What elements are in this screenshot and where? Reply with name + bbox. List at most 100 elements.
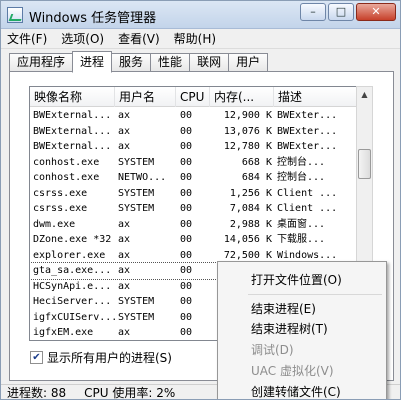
cell-memory: 14,056 K	[223, 234, 272, 245]
ctx-end-process-tree[interactable]: 结束进程树(T)	[218, 319, 386, 339]
cell-user-name: ax	[118, 249, 131, 261]
cell-cpu: 00	[180, 327, 193, 338]
cell-image-name: dwm.exe	[33, 218, 76, 230]
cell-user-name: ax	[118, 218, 131, 230]
menu-view[interactable]: 查看(V)	[118, 30, 160, 47]
cell-image-name: csrss.exe	[33, 203, 88, 214]
cell-memory: 2,988 K	[229, 218, 272, 230]
cell-cpu: 00	[180, 311, 193, 323]
task-manager-icon	[7, 7, 23, 23]
cell-image-name: DZone.exe *32	[33, 234, 112, 245]
table-row[interactable]: BWExternal... ax 00 13,076 K BWExter...	[30, 124, 369, 140]
menu-options[interactable]: 选项(O)	[61, 30, 104, 47]
column-user-name[interactable]: 用户名	[115, 87, 176, 107]
column-cpu[interactable]: CPU	[176, 87, 210, 107]
cell-memory: 13,076 K	[223, 125, 272, 137]
cell-cpu: 00	[180, 141, 193, 152]
cell-cpu: 00	[180, 187, 193, 199]
cell-memory: 668 K	[241, 156, 272, 168]
cell-cpu: 00	[180, 110, 193, 121]
menu-file[interactable]: 文件(F)	[7, 30, 47, 47]
scroll-up-arrow-icon[interactable]: ▲	[357, 87, 372, 103]
cell-image-name: igfxEM.exe	[33, 327, 94, 338]
ctx-create-dump-file[interactable]: 创建转储文件(C)	[218, 382, 386, 399]
cell-image-name: conhost.exe	[33, 172, 100, 183]
cell-memory: 7,084 K	[229, 203, 272, 214]
maximize-button[interactable]: □	[328, 3, 354, 21]
cell-user-name: ax	[118, 141, 131, 152]
table-row[interactable]: csrss.exe SYSTEM 00 7,084 K Client ...	[30, 201, 369, 217]
cell-user-name: ax	[118, 327, 131, 338]
ctx-separator	[248, 294, 382, 295]
task-manager-window: Windows 任务管理器 – □ ✕ 文件(F) 选项(O) 查看(V) 帮助…	[0, 0, 401, 400]
cell-image-name: HCSynApi.e...	[33, 280, 112, 292]
cell-user-name: SYSTEM	[118, 156, 155, 168]
tab-networking[interactable]: 联网	[189, 53, 230, 72]
show-all-processes-checkbox[interactable]: ✔	[30, 351, 43, 364]
show-all-processes-label: 显示所有用户的进程(S)	[47, 351, 172, 365]
context-menu: 打开文件位置(O) 结束进程(E) 结束进程树(T) 调试(D) UAC 虚拟化…	[217, 261, 387, 399]
ctx-uac-virtualization: UAC 虚拟化(V)	[251, 364, 334, 378]
close-button[interactable]: ✕	[356, 3, 396, 21]
cell-user-name: SYSTEM	[118, 296, 155, 307]
cell-cpu: 00	[180, 218, 193, 230]
ctx-debug: 调试(D)	[251, 343, 294, 357]
cell-memory: 12,780 K	[223, 141, 272, 152]
cell-user-name: SYSTEM	[118, 311, 155, 323]
table-row[interactable]: BWExternal... ax 00 12,780 K BWExter...	[30, 139, 369, 155]
process-count: 进程数: 88	[7, 386, 67, 400]
window-title: Windows 任务管理器	[29, 11, 157, 26]
column-header-row: 映像名称 用户名 CPU 内存(... 描述	[30, 87, 369, 107]
title-bar[interactable]: Windows 任务管理器 – □ ✕	[1, 1, 400, 29]
cell-user-name: ax	[118, 110, 131, 121]
cell-cpu: 00	[180, 203, 193, 214]
table-row[interactable]: DZone.exe *32 ax 00 14,056 K 下载服...	[30, 232, 369, 248]
minimize-button[interactable]: –	[300, 3, 326, 21]
cell-image-name: HeciServer...	[33, 296, 112, 307]
cell-user-name: NETWO...	[118, 172, 167, 183]
cell-image-name: BWExternal...	[33, 125, 112, 137]
cell-user-name: SYSTEM	[118, 203, 155, 214]
cell-cpu: 00	[180, 265, 193, 276]
cell-image-name: gta_sa.exe...	[33, 265, 112, 276]
table-row[interactable]: csrss.exe SYSTEM 00 1,256 K Client ...	[30, 186, 369, 202]
ctx-open-file-location[interactable]: 打开文件位置(O)	[218, 270, 386, 290]
cell-image-name: explorer.exe	[33, 249, 106, 261]
tab-applications[interactable]: 应用程序	[9, 53, 74, 72]
column-memory[interactable]: 内存(...	[210, 87, 274, 107]
cell-memory: 12,900 K	[223, 110, 272, 121]
menu-bar: 文件(F) 选项(O) 查看(V) 帮助(H)	[1, 29, 400, 49]
cell-cpu: 00	[180, 296, 193, 307]
table-row[interactable]: dwm.exe ax 00 2,988 K 桌面窗...	[30, 217, 369, 233]
tab-services[interactable]: 服务	[111, 53, 152, 72]
cpu-usage: CPU 使用率: 2%	[84, 386, 176, 400]
cell-user-name: ax	[118, 234, 131, 245]
cell-cpu: 00	[180, 249, 193, 261]
cell-image-name: BWExternal...	[33, 110, 112, 121]
column-image-name[interactable]: 映像名称	[30, 87, 115, 107]
table-row[interactable]: conhost.exe SYSTEM 00 668 K 控制台...	[30, 155, 369, 171]
cell-memory: 1,256 K	[229, 187, 272, 199]
tab-processes[interactable]: 进程	[72, 51, 113, 73]
cell-cpu: 00	[180, 234, 193, 245]
cell-cpu: 00	[180, 280, 193, 292]
cell-image-name: csrss.exe	[33, 187, 88, 199]
cell-image-name: BWExternal...	[33, 141, 112, 152]
ctx-end-process[interactable]: 结束进程(E)	[218, 299, 386, 319]
cell-image-name: igfxCUIServ...	[33, 311, 115, 323]
cell-user-name: ax	[118, 265, 131, 276]
table-row[interactable]: conhost.exe NETWO... 00 684 K 控制台...	[30, 170, 369, 186]
cell-image-name: conhost.exe	[33, 156, 100, 168]
cell-user-name: SYSTEM	[118, 187, 155, 199]
tab-performance[interactable]: 性能	[150, 53, 191, 72]
cell-user-name: ax	[118, 280, 131, 292]
show-all-processes-option[interactable]: ✔ 显示所有用户的进程(S)	[30, 349, 172, 366]
tab-users[interactable]: 用户	[228, 53, 269, 72]
cell-cpu: 00	[180, 156, 193, 168]
cell-memory: 684 K	[241, 172, 272, 183]
cell-cpu: 00	[180, 172, 193, 183]
tab-strip: 应用程序 进程 服务 性能 联网 用户	[9, 51, 269, 73]
menu-help[interactable]: 帮助(H)	[174, 30, 216, 47]
scroll-thumb[interactable]	[358, 149, 371, 179]
table-row[interactable]: BWExternal... ax 00 12,900 K BWExter...	[30, 108, 369, 124]
